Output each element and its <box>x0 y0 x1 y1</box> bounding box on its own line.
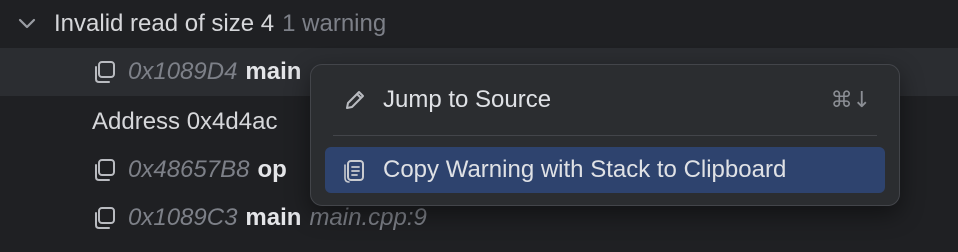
warning-title: Invalid read of size 4 <box>54 10 275 37</box>
copy-warning-item[interactable]: Copy Warning with Stack to Clipboard <box>325 147 885 193</box>
chevron-down-icon[interactable] <box>14 11 40 37</box>
context-menu: Jump to Source ⌘↓ Copy Warning with Stac… <box>310 64 900 206</box>
copy-warning-label: Copy Warning with Stack to Clipboard <box>383 156 787 183</box>
frame-function: op <box>257 156 287 183</box>
frame-function: main <box>245 204 302 231</box>
stack-frame-icon <box>95 61 115 83</box>
problems-panel: Invalid read of size 4 1 warning 0x1089D… <box>0 0 958 252</box>
jump-to-source-item[interactable]: Jump to Source ⌘↓ <box>325 77 885 123</box>
frame-address: 0x1089C3 <box>128 204 238 231</box>
frame-file: main.cpp:9 <box>309 204 427 231</box>
menu-separator <box>333 135 877 136</box>
clipboard-icon <box>344 160 364 183</box>
frame-address: 0x48657B8 <box>128 156 250 183</box>
jump-to-source-label: Jump to Source <box>383 86 552 113</box>
stack-frame-icon <box>95 159 115 181</box>
warning-count: 1 warning <box>282 10 387 37</box>
jump-to-source-shortcut: ⌘↓ <box>830 87 871 113</box>
pencil-icon <box>346 91 364 109</box>
frame-function: main <box>245 58 302 85</box>
frame-address: 0x1089D4 <box>128 58 238 85</box>
address-text: Address 0x4d4ac <box>92 108 278 135</box>
stack-frame-icon <box>95 207 115 229</box>
warning-row[interactable]: Invalid read of size 4 1 warning <box>0 0 958 48</box>
